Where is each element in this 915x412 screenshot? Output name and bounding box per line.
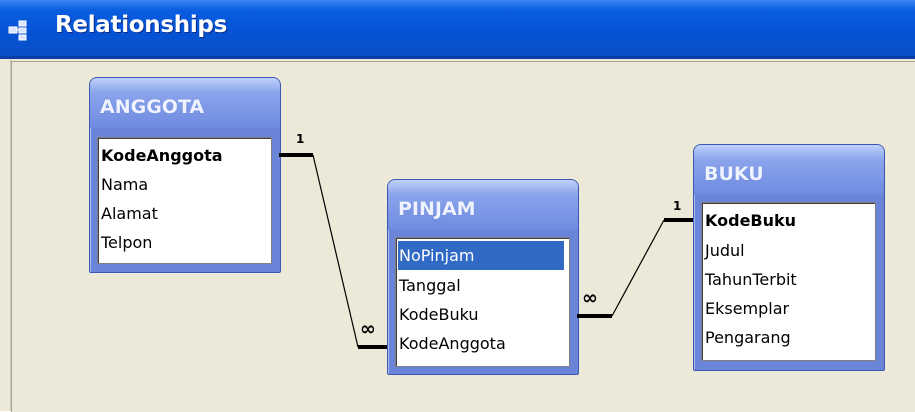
- field-telpon[interactable]: Telpon: [101, 228, 152, 257]
- field-kodebuku[interactable]: KodeBuku: [399, 300, 479, 329]
- many-label-pinjam-buku: ∞: [582, 287, 598, 309]
- field-alamat[interactable]: Alamat: [101, 199, 158, 228]
- field-eksemplar[interactable]: Eksemplar: [705, 294, 789, 323]
- table-anggota-fields[interactable]: KodeAnggota Nama Alamat Telpon: [97, 137, 272, 264]
- table-pinjam-fields[interactable]: NoPinjam Tanggal KodeBuku KodeAnggota: [395, 237, 570, 367]
- table-anggota-header[interactable]: ANGGOTA: [90, 78, 280, 128]
- field-kodeanggota-fk[interactable]: KodeAnggota: [399, 329, 506, 358]
- field-kodebuku-pk[interactable]: KodeBuku: [705, 206, 796, 235]
- table-pinjam[interactable]: PINJAM NoPinjam Tanggal KodeBuku KodeAng…: [387, 179, 579, 375]
- field-nopinjam[interactable]: NoPinjam: [398, 241, 564, 270]
- relationships-icon: [8, 20, 27, 41]
- field-judul[interactable]: Judul: [705, 236, 745, 265]
- field-tahunterbit[interactable]: TahunTerbit: [705, 265, 797, 294]
- field-kodeanggota[interactable]: KodeAnggota: [101, 141, 223, 170]
- many-label-pinjam-anggota: ∞: [360, 318, 376, 340]
- field-pengarang[interactable]: Pengarang: [705, 323, 791, 352]
- one-label-buku: 1: [673, 199, 682, 213]
- field-tanggal[interactable]: Tanggal: [399, 271, 461, 300]
- table-buku-fields[interactable]: KodeBuku Judul TahunTerbit Eksemplar Pen…: [701, 202, 876, 361]
- table-buku-header[interactable]: BUKU: [694, 145, 884, 195]
- window-frame: [0, 59, 11, 411]
- table-pinjam-header[interactable]: PINJAM: [388, 180, 578, 230]
- one-label-anggota: 1: [296, 132, 305, 146]
- table-anggota[interactable]: ANGGOTA KodeAnggota Nama Alamat Telpon: [89, 77, 281, 273]
- title-bar[interactable]: Relationships: [0, 0, 915, 59]
- table-pinjam-title: PINJAM: [398, 198, 476, 220]
- table-buku-title: BUKU: [704, 163, 764, 185]
- window-title: Relationships: [55, 12, 227, 38]
- table-anggota-title: ANGGOTA: [100, 96, 205, 118]
- field-nama[interactable]: Nama: [101, 170, 148, 199]
- table-buku[interactable]: BUKU KodeBuku Judul TahunTerbit Eksempla…: [693, 144, 885, 371]
